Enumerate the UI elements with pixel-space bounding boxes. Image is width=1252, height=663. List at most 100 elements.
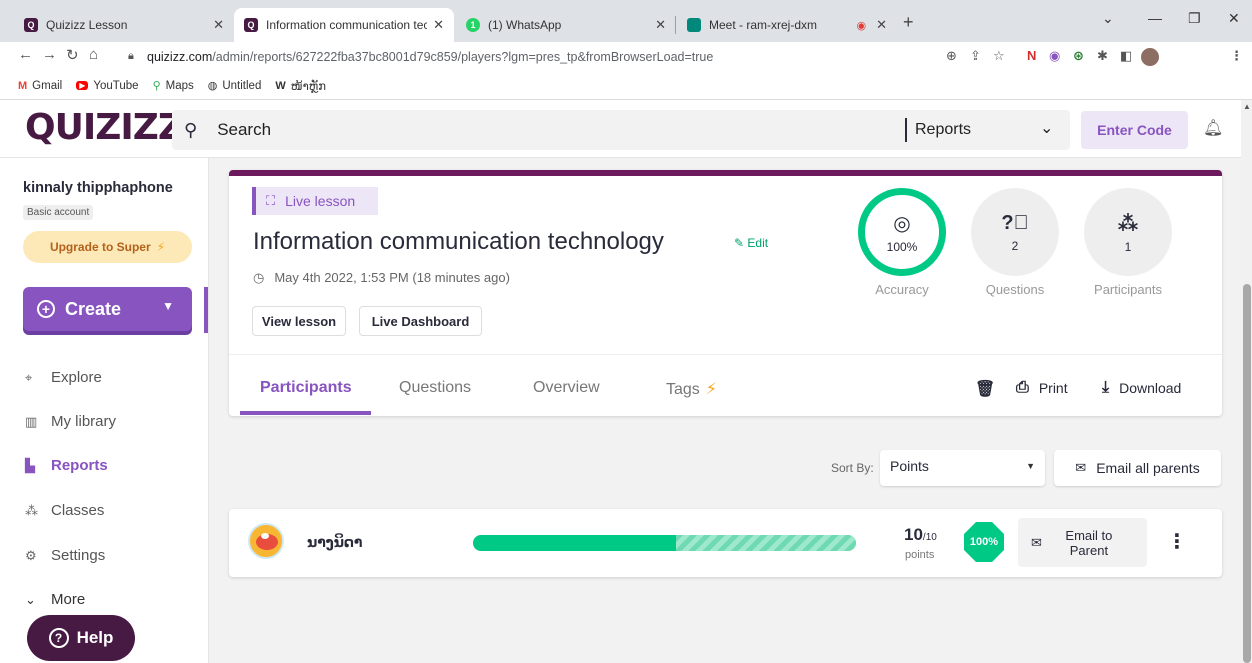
library-icon: ▥ — [25, 413, 38, 429]
sidebar-item-reports[interactable]: ▙ Reports — [25, 457, 108, 474]
gmail-icon: M — [18, 79, 28, 92]
sidebar-item-label: Classes — [51, 502, 105, 519]
restore-icon[interactable]: ❐ — [1188, 10, 1201, 27]
user-name: kinnaly thipphaphone — [23, 180, 173, 196]
create-button[interactable]: + Create ▼ — [23, 287, 192, 331]
tab-questions[interactable]: Questions — [399, 379, 471, 397]
extension-green-icon[interactable]: ⊛ — [1073, 48, 1084, 64]
sidebar-item-settings[interactable]: ⚙ Settings — [25, 547, 105, 564]
card-top-stripe — [229, 170, 1222, 176]
bookmark-label: Gmail — [32, 79, 63, 92]
url-path: /admin/reports/627222fba37bc8001d79c859/… — [212, 50, 714, 64]
enter-code-button[interactable]: Enter Code — [1081, 111, 1188, 149]
question-circle-icon: ? — [48, 628, 69, 648]
participant-name: ນາງນິດາ — [307, 534, 363, 550]
chevron-down-icon: ⌄ — [25, 591, 36, 607]
classes-icon: ⁂ — [25, 502, 38, 518]
search-input[interactable]: Search — [217, 120, 271, 140]
quizizz-logo[interactable]: QUIZIZZ — [25, 107, 184, 148]
sidebar-item-label: Settings — [51, 547, 106, 564]
minimize-icon[interactable]: — — [1148, 10, 1162, 26]
sidebar-item-label: Explore — [51, 369, 102, 386]
print-label: Print — [1038, 380, 1068, 396]
scrollbar-thumb[interactable] — [1243, 284, 1251, 663]
tab-overview[interactable]: Overview — [533, 379, 600, 397]
forward-icon[interactable]: → — [42, 46, 57, 63]
bookmark-youtube[interactable]: ▶ YouTube — [76, 80, 139, 92]
tab-search-icon[interactable]: ⌄ — [1102, 10, 1114, 27]
progress-correct-segment — [473, 535, 676, 551]
email-all-parents-button[interactable]: ✉ Email all parents — [1054, 450, 1221, 486]
printer-icon: ⎙ — [1016, 379, 1029, 396]
close-window-icon[interactable]: ✕ — [1228, 10, 1240, 27]
close-tab-icon[interactable]: ✕ — [876, 17, 887, 33]
active-nav-indicator — [204, 287, 208, 333]
more-options-icon[interactable]: ⋮ — [1167, 529, 1187, 554]
close-tab-icon[interactable]: ✕ — [213, 17, 224, 33]
sidebar-item-classes[interactable]: ⁂ Classes — [25, 502, 104, 519]
back-icon[interactable]: ← — [18, 46, 33, 63]
participant-row[interactable]: ນາງນິດາ 10/10 points 100% ✉ Email to Pare… — [229, 509, 1222, 577]
search-divider — [905, 118, 907, 142]
scroll-up-arrow-icon[interactable]: ▲ — [1243, 102, 1251, 111]
extension-purple-icon[interactable]: ◉ — [1049, 48, 1060, 64]
sidebar-item-explore[interactable]: ⌖ Explore — [25, 369, 102, 386]
browser-tab-quizizz-lesson[interactable]: Q Quizizz Lesson ✕ — [14, 8, 234, 42]
close-tab-icon[interactable]: ✕ — [655, 17, 666, 33]
extensions-puzzle-icon[interactable]: ✱ — [1097, 48, 1108, 64]
bookmark-maps[interactable]: ⚲ Maps — [153, 79, 194, 93]
tab-tags[interactable]: Tags ⚡︎ — [666, 379, 717, 399]
print-button[interactable]: ⎙ Print — [1016, 379, 1068, 397]
browser-tab-whatsapp[interactable]: 1 (1) WhatsApp ✕ — [456, 8, 676, 42]
group-icon: ⁂ — [1117, 212, 1139, 235]
target-icon: ◎ — [893, 212, 911, 235]
search-scope-select[interactable]: Reports — [915, 121, 971, 139]
tab-participants[interactable]: Participants — [260, 379, 352, 397]
profile-avatar[interactable] — [1141, 48, 1159, 66]
participant-progress-bar — [473, 535, 856, 551]
share-icon[interactable]: ⇪ — [970, 48, 981, 64]
sort-select[interactable]: Points ▼ — [880, 450, 1045, 486]
home-icon[interactable]: ⌂ — [89, 46, 98, 63]
edit-link[interactable]: ✎ Edit — [734, 236, 768, 250]
participant-score: 10/10 — [904, 525, 937, 545]
lock-icon[interactable]: 🔒︎ — [128, 50, 134, 63]
url-field[interactable]: quizizz.com/admin/reports/627222fba37bc8… — [147, 50, 713, 64]
download-button[interactable]: ⤓ Download — [1102, 379, 1181, 397]
sidebar-item-my-library[interactable]: ▥ My library — [25, 413, 116, 430]
notification-bell-icon[interactable]: 🔔︎ — [1203, 118, 1223, 138]
reload-icon[interactable]: ↻ — [66, 46, 79, 64]
browser-tab-meet[interactable]: Meet - ram-xrej-dxm ◉ ✕ — [677, 8, 897, 42]
delete-button[interactable]: 🗑︎ — [975, 379, 1005, 399]
zoom-icon[interactable]: ⊕ — [946, 48, 957, 64]
side-panel-icon[interactable]: ◧ — [1120, 48, 1132, 64]
email-to-parent-button[interactable]: ✉ Email to Parent — [1018, 518, 1147, 567]
questions-stat: ?⃝ 2 — [971, 188, 1059, 276]
close-tab-icon[interactable]: ✕ — [433, 17, 444, 33]
browser-tab-information-communication[interactable]: Q Information communication tech ✕ — [234, 8, 454, 42]
accuracy-label: Accuracy — [875, 282, 929, 297]
participants-stat: ⁂ 1 — [1084, 188, 1172, 276]
bookmark-star-icon[interactable]: ☆ — [993, 48, 1005, 64]
bookmark-gmail[interactable]: M Gmail — [18, 80, 62, 92]
search-bar[interactable]: ⚲ Search Reports ⌄ — [172, 110, 1070, 150]
report-title: Information communication technology — [253, 228, 664, 255]
upgrade-button[interactable]: Upgrade to Super ⚡︎ — [23, 231, 192, 263]
live-dashboard-button[interactable]: Live Dashboard — [359, 306, 482, 336]
bookmark-lao[interactable]: W ໜ້າຫຼັກ — [275, 79, 326, 93]
extension-n-icon[interactable]: N — [1027, 48, 1036, 63]
bookmark-untitled[interactable]: ◍ Untitled — [208, 79, 262, 93]
progress-remaining-segment — [676, 535, 856, 551]
browser-tab-strip: Q Quizizz Lesson ✕ Q Information communi… — [0, 0, 1252, 42]
caret-down-icon: ▼ — [1026, 461, 1035, 471]
browser-menu-icon[interactable]: ⋮ — [1230, 48, 1243, 64]
view-lesson-button[interactable]: View lesson — [252, 306, 346, 336]
help-button[interactable]: ? Help — [27, 615, 135, 661]
new-tab-button[interactable]: + — [903, 12, 914, 33]
bookmarks-bar: M Gmail ▶ YouTube ⚲ Maps ◍ Untitled W ໜ້າຫຼັກ — [0, 72, 1252, 100]
caret-down-icon[interactable]: ▼ — [162, 299, 174, 313]
email-parent-label: Email to Parent — [1065, 527, 1113, 558]
chevron-down-icon[interactable]: ⌄ — [1040, 118, 1053, 138]
clock-icon: ◷ — [253, 270, 265, 285]
sidebar-item-more[interactable]: ⌄ More — [25, 591, 85, 608]
